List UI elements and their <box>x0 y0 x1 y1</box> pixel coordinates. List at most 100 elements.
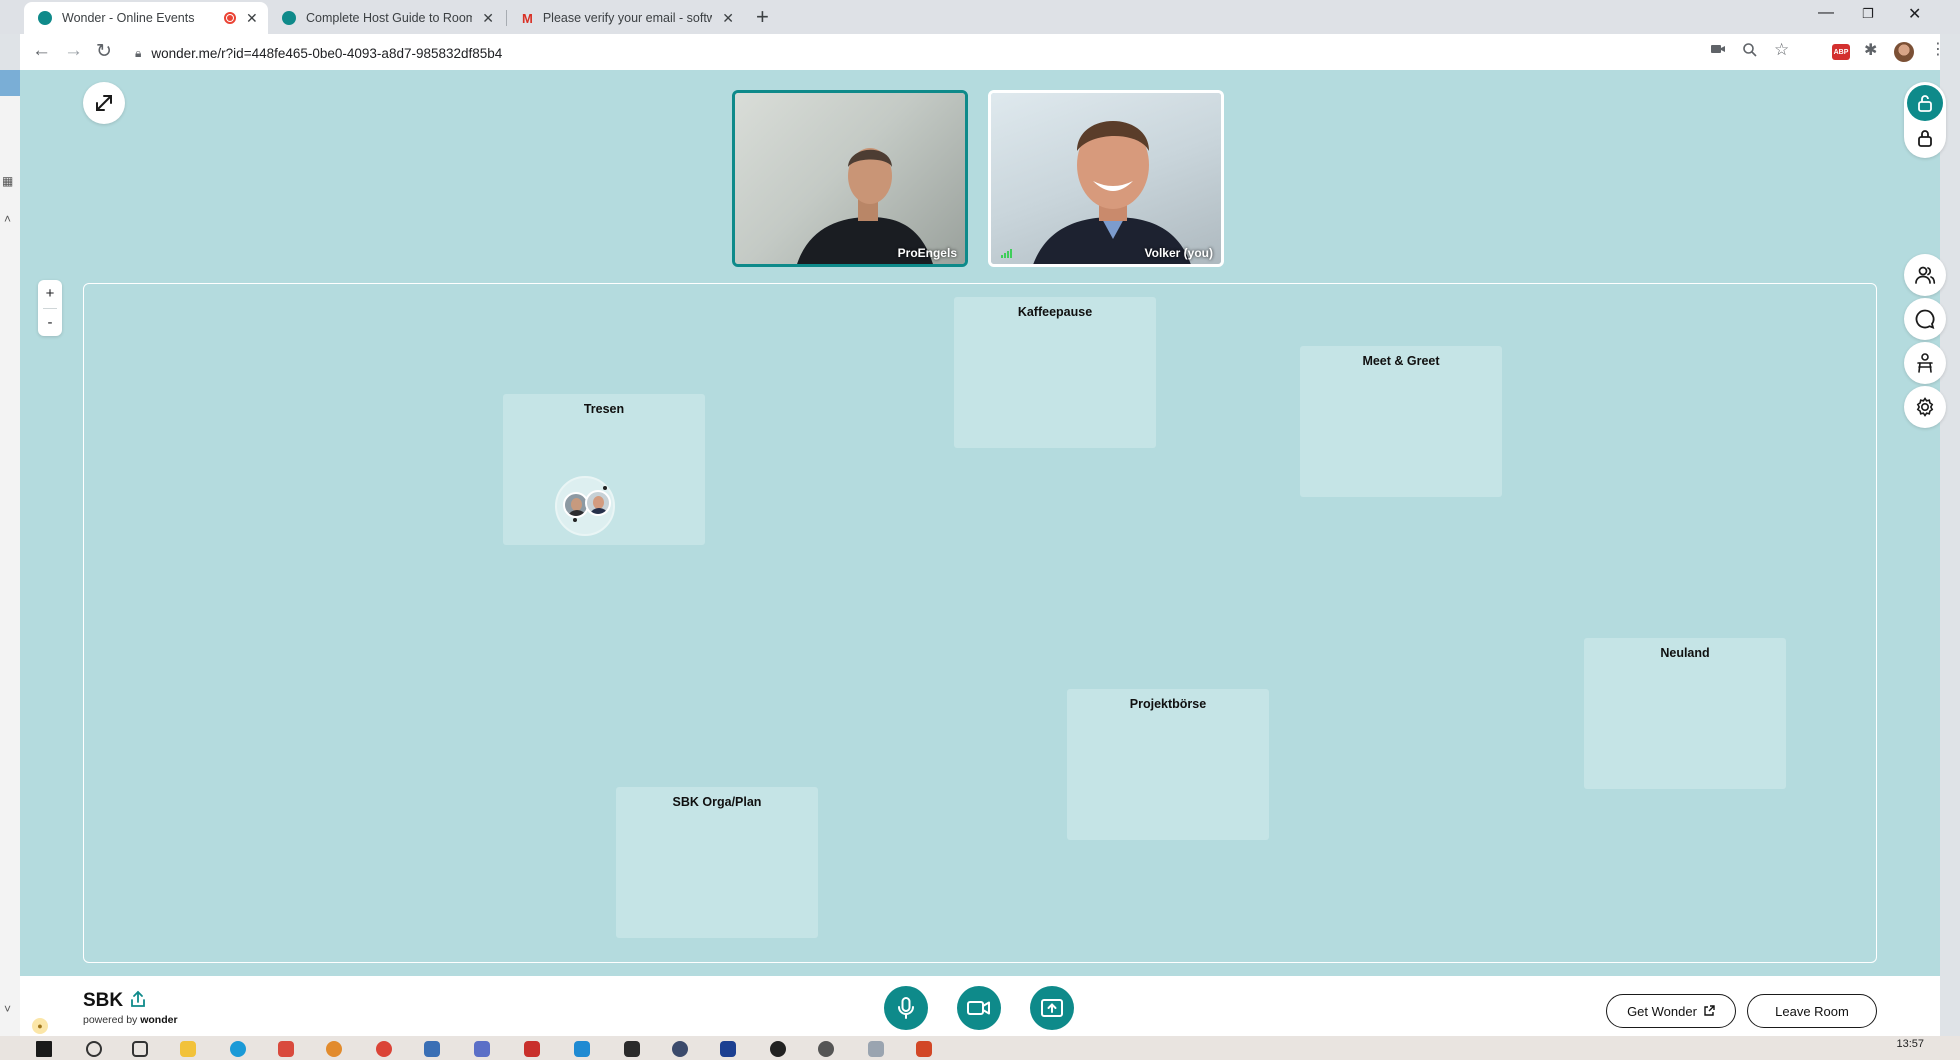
wonder-logo-icon: ● <box>32 1018 48 1034</box>
signal-strength-icon <box>1001 249 1012 258</box>
background-window-edge: ▦ ˄ ˅ <box>0 70 20 1036</box>
broadcast-button[interactable] <box>1904 342 1946 384</box>
settings-button[interactable] <box>1904 386 1946 428</box>
wonder-favicon-icon <box>282 11 296 25</box>
chat-button[interactable] <box>1904 298 1946 340</box>
app-icon[interactable] <box>720 1041 736 1057</box>
room-map-canvas[interactable]: Kaffeepause Meet & Greet Tresen Projektb <box>83 283 1877 963</box>
grid-icon: ▦ <box>2 174 14 188</box>
vscode-icon[interactable] <box>574 1041 590 1057</box>
wonder-favicon-icon <box>38 11 52 25</box>
participant-video-image <box>1033 121 1191 264</box>
tab-title: Complete Host Guide to Room C <box>306 11 473 25</box>
back-icon[interactable]: ← <box>32 40 51 62</box>
room-projektboerse[interactable]: Projektbörse <box>1067 689 1269 840</box>
chevron-down-icon: ˅ <box>4 1002 12 1016</box>
share-icon[interactable] <box>130 990 146 1008</box>
app-icon[interactable] <box>424 1041 440 1057</box>
room-lock-toggle[interactable] <box>1904 82 1946 158</box>
extensions-puzzle-icon[interactable]: ✱ <box>1864 40 1877 60</box>
unlock-icon <box>1918 95 1932 112</box>
terminal-icon[interactable] <box>624 1041 640 1057</box>
get-wonder-button[interactable]: Get Wonder <box>1606 994 1736 1028</box>
app-icon[interactable] <box>770 1041 786 1057</box>
camera-button[interactable] <box>957 986 1001 1030</box>
address-bar[interactable]: 🔒︎ wonder.me/r?id=448fe465-0be0-4093-a8d… <box>135 40 1890 66</box>
bookmark-star-icon[interactable]: ☆ <box>1774 40 1789 60</box>
chat-bubble-icon <box>1915 309 1935 329</box>
profile-avatar[interactable] <box>1894 42 1914 62</box>
powered-by-prefix: powered by <box>83 1014 138 1026</box>
zoom-in-button[interactable]: + <box>46 280 55 308</box>
avatar[interactable] <box>585 490 611 516</box>
browser-tab-bar: Wonder - Online Events ✕ Complete Host G… <box>0 0 1960 34</box>
file-explorer-icon[interactable] <box>180 1041 196 1057</box>
room-name: SBK Orga/Plan <box>672 795 762 809</box>
system-clock: 13:57 <box>1896 1038 1924 1050</box>
app-icon[interactable] <box>278 1041 294 1057</box>
close-tab-icon[interactable]: ✕ <box>482 10 494 27</box>
camera-icon[interactable] <box>1710 42 1726 60</box>
video-tile-self[interactable]: Volker (you) <box>988 90 1224 267</box>
browser-toolbar: ← → ↻ 🔒︎ wonder.me/r?id=448fe465-0be0-40… <box>20 34 1946 70</box>
zoom-magnifier-icon[interactable] <box>1742 42 1758 62</box>
task-view-icon[interactable] <box>132 1041 148 1057</box>
zoom-controls: + - <box>38 280 62 336</box>
external-link-icon <box>1704 1005 1715 1016</box>
firefox-icon[interactable] <box>326 1041 342 1057</box>
adblock-extension-icon[interactable]: ABP <box>1832 44 1850 60</box>
get-wonder-label: Get Wonder <box>1627 1003 1697 1019</box>
reload-icon[interactable]: ↻ <box>96 40 112 63</box>
screen-share-icon <box>1041 999 1063 1017</box>
app-icon[interactable] <box>868 1041 884 1057</box>
app-icon[interactable] <box>818 1041 834 1057</box>
fullscreen-button[interactable] <box>83 82 125 124</box>
acrobat-icon[interactable] <box>524 1041 540 1057</box>
microphone-button[interactable] <box>884 986 928 1030</box>
microphone-icon <box>898 997 914 1019</box>
room-meet-greet[interactable]: Meet & Greet <box>1300 346 1502 497</box>
room-name: Projektbörse <box>1129 697 1207 711</box>
screen-share-button[interactable] <box>1030 986 1074 1030</box>
chevron-up-icon: ˄ <box>4 212 12 226</box>
room-tresen[interactable]: Tresen <box>503 394 705 545</box>
status-dot <box>573 518 577 522</box>
lock-icon <box>1918 130 1932 147</box>
app-icon[interactable] <box>474 1041 490 1057</box>
close-tab-icon[interactable]: ✕ <box>722 10 734 27</box>
browser-tab-wonder[interactable]: Wonder - Online Events ✕ <box>24 2 268 34</box>
status-dot <box>603 486 607 490</box>
zoom-out-button[interactable]: - <box>48 309 53 337</box>
conversation-circle[interactable] <box>555 476 615 536</box>
browser-tab-host-guide[interactable]: Complete Host Guide to Room C ✕ <box>268 2 504 34</box>
room-name: Kaffeepause <box>1017 305 1093 319</box>
browser-tab-gmail[interactable]: M Please verify your email - softwar ✕ <box>508 2 744 34</box>
new-tab-button[interactable]: + <box>756 4 769 30</box>
forward-icon[interactable]: → <box>64 40 83 62</box>
powerpoint-icon[interactable] <box>916 1041 932 1057</box>
people-icon <box>1915 266 1936 284</box>
room-sbk-orga-plan[interactable]: SBK Orga/Plan <box>616 787 818 938</box>
browser-menu-icon[interactable]: ⋮ <box>1930 39 1946 59</box>
close-tab-icon[interactable]: ✕ <box>246 10 258 27</box>
leave-room-button[interactable]: Leave Room <box>1747 994 1877 1028</box>
minimize-icon[interactable]: — <box>1818 4 1834 22</box>
avatar-body <box>589 508 609 514</box>
chrome-icon[interactable] <box>376 1041 392 1057</box>
avatar-body <box>567 510 587 516</box>
room-kaffeepause[interactable]: Kaffeepause <box>954 297 1156 448</box>
windows-start-icon[interactable] <box>36 1041 52 1057</box>
close-window-icon[interactable]: ✕ <box>1908 4 1921 24</box>
app-icon[interactable] <box>672 1041 688 1057</box>
participant-name: Volker (you) <box>1144 246 1213 260</box>
search-icon[interactable] <box>86 1041 102 1057</box>
participants-button[interactable] <box>1904 254 1946 296</box>
gmail-icon: M <box>522 11 533 26</box>
room-neuland[interactable]: Neuland <box>1584 638 1786 789</box>
tab-title: Please verify your email - softwar <box>542 11 713 25</box>
video-tile-proengels[interactable]: ProEngels <box>732 90 968 267</box>
unlock-button[interactable] <box>1907 85 1943 121</box>
skype-icon[interactable] <box>230 1041 246 1057</box>
lock-button[interactable] <box>1907 120 1943 156</box>
restore-icon[interactable]: ❐ <box>1862 6 1874 22</box>
